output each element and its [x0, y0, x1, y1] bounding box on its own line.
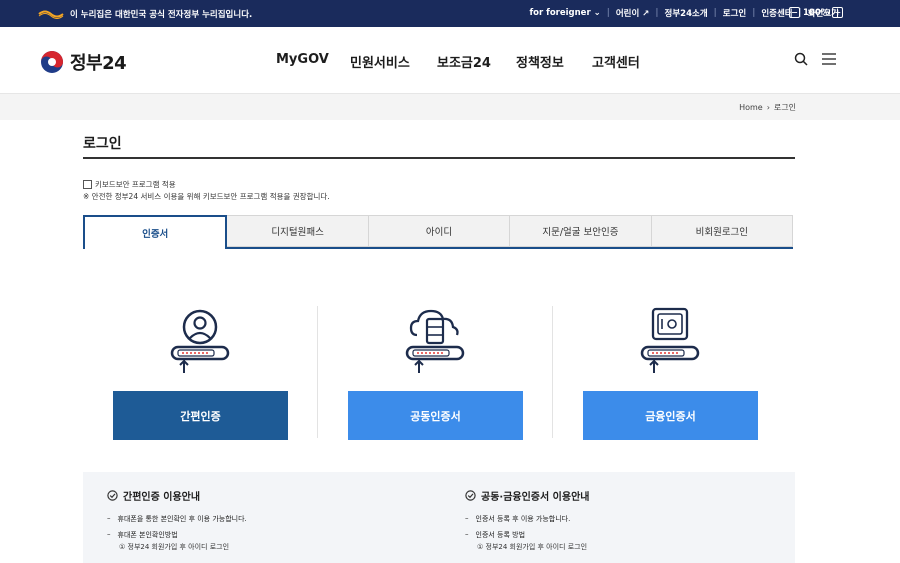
zoom-in-button[interactable]: + [832, 7, 844, 18]
zoom-out-button[interactable]: − [789, 7, 800, 18]
financial-cert-button[interactable]: 금융인증서 [583, 391, 758, 440]
site-header: 정부24 MyGOV 민원서비스 보조금24 정책정보 고객센터 [0, 27, 900, 94]
joint-cert-button[interactable]: 공동인증서 [348, 391, 523, 440]
breadcrumb-bar: Home › 로그인 [0, 94, 900, 120]
divider: | [752, 8, 756, 18]
guide-item: – 인증서 등록 방법 [465, 530, 526, 539]
gov-emblem-icon [38, 10, 64, 19]
guide-item: – 인증서 등록 후 이용 가능합니다. [465, 514, 571, 523]
guide-subitem: ① 정부24 회원가입 후 아이디 로그인 [477, 543, 588, 551]
kids-link[interactable]: 어린이 ↗ [616, 7, 650, 19]
tab-id[interactable]: 아이디 [368, 215, 511, 247]
usage-guide: 간편인증 이용안내 – 휴대폰을 통한 본인확인 후 이용 가능합니다. – 휴대폰… [83, 472, 795, 563]
simple-auth-guide: 간편인증 이용안내 – 휴대폰을 통한 본인확인 후 이용 가능합니다. – 휴대폰… [107, 488, 247, 552]
logo-text: 정부24 [70, 53, 127, 74]
breadcrumb-home[interactable]: Home [739, 103, 763, 112]
divider: | [655, 8, 659, 18]
keyboard-security-checkbox[interactable] [83, 180, 92, 189]
taegeuk-logo-icon [41, 51, 63, 73]
zoom-control: − 100% + [789, 7, 844, 18]
tab-biometric[interactable]: 지문/얼굴 보안인증 [510, 215, 652, 247]
simple-auth-button[interactable]: 간편인증 [113, 391, 288, 440]
gov-notice: 이 누리집은 대한민국 공식 전자정부 누리집입니다. [38, 8, 252, 20]
nav-civil-service[interactable]: 민원서비스 [350, 52, 437, 71]
simple-auth-option: 간편인증 [83, 300, 317, 445]
nav-mygov[interactable]: MyGOV [276, 52, 350, 71]
keyboard-security-option[interactable]: 키보드보안 프로그램 적용 [83, 179, 176, 190]
login-tabs: 인증서 디지털원패스 아이디 지문/얼굴 보안인증 비회원로그인 [83, 215, 794, 249]
nav-support[interactable]: 고객센터 [592, 52, 640, 71]
login-link[interactable]: 로그인 [723, 7, 746, 19]
chevron-down-icon: ⌄ [593, 8, 601, 18]
check-circle-icon [465, 490, 476, 501]
zoom-value: 100% [803, 7, 830, 18]
financial-cert-safe-icon [640, 307, 700, 373]
search-icon[interactable] [794, 52, 808, 66]
joint-cert-option: 공동인증서 [318, 300, 552, 445]
foreigner-link[interactable]: for foreigner ⌄ [529, 8, 600, 18]
keyboard-security-note: ※ 안전한 정부24 서비스 이용을 위해 키보드보안 프로그램 적용을 권장합… [83, 192, 330, 201]
external-link-icon: ↗ [642, 9, 650, 19]
about-link[interactable]: 정부24소개 [665, 7, 708, 19]
guide-item: – 휴대폰을 통한 본인확인 후 이용 가능합니다. [107, 514, 247, 523]
tab-guest[interactable]: 비회원로그인 [651, 215, 794, 247]
divider: | [606, 8, 610, 18]
guide-title: 공동·금융인증서 이용안내 [465, 488, 589, 503]
joint-cert-cloud-icon [405, 309, 465, 373]
title-divider [83, 157, 795, 159]
tab-certificate[interactable]: 인증서 [83, 215, 228, 249]
nav-subsidy[interactable]: 보조금24 [437, 52, 516, 71]
cert-guide: 공동·금융인증서 이용안내 – 인증서 등록 후 이용 가능합니다. – 인증서 등… [465, 488, 589, 552]
divider: | [713, 8, 717, 18]
guide-item: – 휴대폰 본인확인방법 [107, 530, 178, 539]
breadcrumb-current: 로그인 [773, 103, 796, 112]
guide-subitem: ① 정부24 회원가입 후 아이디 로그인 [119, 543, 230, 551]
main-nav: MyGOV 민원서비스 보조금24 정책정보 고객센터 [276, 52, 640, 71]
breadcrumb: Home › 로그인 [739, 102, 796, 113]
header-tools [794, 52, 836, 66]
menu-icon[interactable] [822, 52, 836, 66]
tab-digital-onepass[interactable]: 디지털원패스 [227, 215, 369, 247]
site-logo[interactable]: 정부24 [40, 49, 127, 75]
cert-center-link[interactable]: 인증센터 [761, 7, 792, 19]
chevron-right-icon: › [766, 103, 770, 112]
nav-policy[interactable]: 정책정보 [516, 52, 592, 71]
financial-cert-option: 금융인증서 [553, 300, 787, 445]
guide-title: 간편인증 이용안내 [107, 488, 247, 503]
gov-notice-bar: 이 누리집은 대한민국 공식 전자정부 누리집입니다. for foreigne… [0, 0, 900, 27]
simple-auth-person-icon [170, 309, 230, 373]
keyboard-security-label: 키보드보안 프로그램 적용 [95, 180, 176, 189]
gov-notice-text: 이 누리집은 대한민국 공식 전자정부 누리집입니다. [70, 10, 253, 20]
page-title: 로그인 [83, 136, 122, 152]
check-circle-icon [107, 490, 118, 501]
